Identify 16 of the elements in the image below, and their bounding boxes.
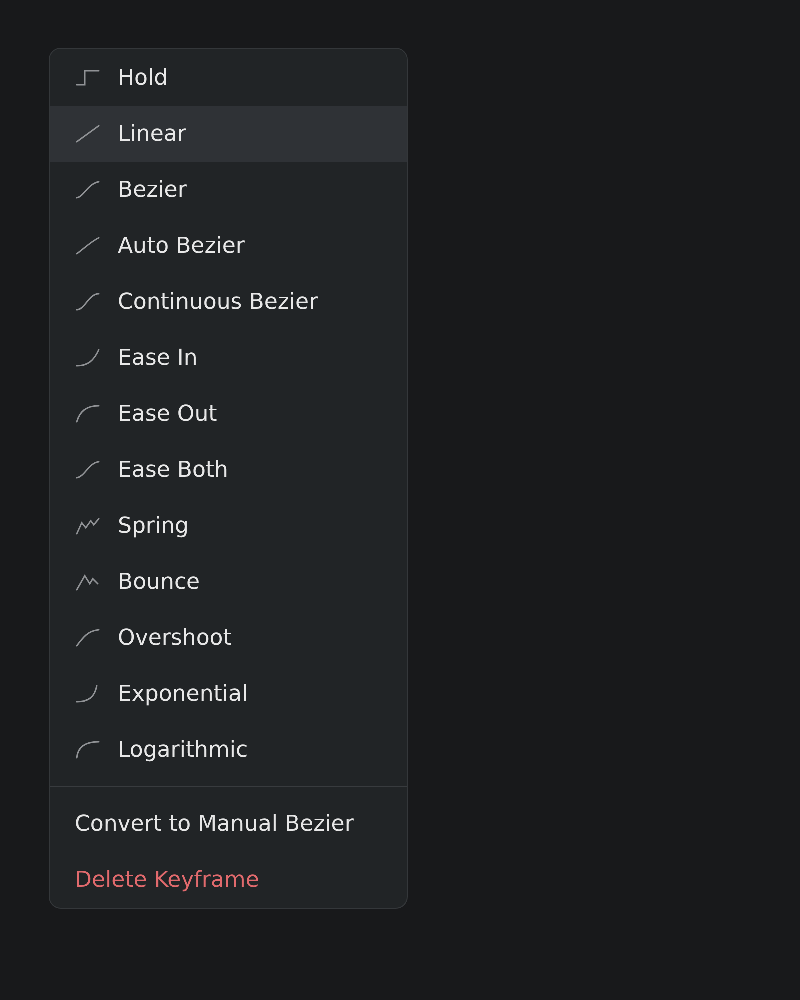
s-curve-icon bbox=[76, 181, 100, 199]
concave-curve-icon bbox=[76, 685, 100, 703]
curve-icon bbox=[76, 237, 100, 255]
convex-curve-icon bbox=[76, 741, 100, 759]
zigzag-curve-icon bbox=[76, 573, 100, 591]
menu-item[interactable]: Linear bbox=[50, 106, 407, 162]
s-curve-icon bbox=[76, 293, 100, 311]
menu-item[interactable]: Delete Keyframe bbox=[50, 852, 407, 908]
menu-item[interactable]: Convert to Manual Bezier bbox=[50, 796, 407, 852]
s-curve-icon bbox=[76, 461, 100, 479]
concave-curve-icon bbox=[76, 349, 100, 367]
zigzag-curve-icon bbox=[76, 517, 100, 535]
convex-curve-icon bbox=[76, 405, 100, 423]
curve-icon bbox=[76, 629, 100, 647]
diagonal-line-icon bbox=[76, 125, 100, 143]
step-line-icon bbox=[76, 69, 100, 87]
